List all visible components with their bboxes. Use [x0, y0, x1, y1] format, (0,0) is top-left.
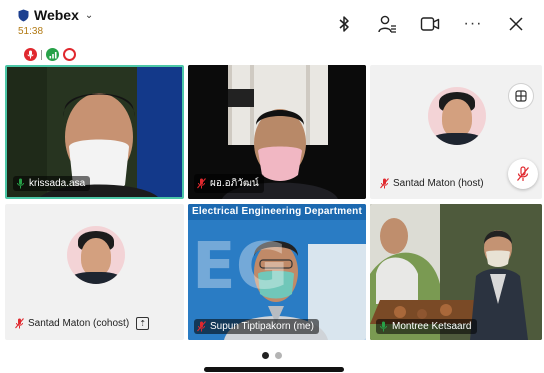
participant-tile[interactable]: Electrical Engineering Department EG Sup… — [188, 204, 366, 340]
more-options-button[interactable]: ··· — [453, 10, 493, 38]
grid-layout-icon — [515, 90, 527, 102]
participant-name: ผอ.อภิวัฒน์ — [210, 178, 259, 189]
avatar — [428, 87, 486, 145]
layout-toggle-button[interactable] — [508, 83, 534, 109]
close-icon — [509, 17, 523, 31]
page-dot[interactable] — [275, 352, 282, 359]
meeting-timer: 51:38 — [18, 26, 44, 37]
camera-switch-button[interactable] — [410, 10, 450, 38]
participant-name: Santad Maton (cohost) — [28, 318, 130, 329]
mute-toggle-button[interactable] — [508, 159, 538, 189]
status-indicators — [24, 48, 76, 61]
app-title: Webex — [34, 7, 79, 23]
upload-icon[interactable]: ⇡ — [136, 317, 150, 330]
app-switcher[interactable]: Webex ⌄ — [18, 7, 93, 23]
signal-bars-icon — [46, 48, 59, 61]
participant-name-tag: krissada.asa — [13, 176, 91, 191]
participant-tile[interactable]: krissada.asa — [5, 65, 184, 199]
participant-name: Santad Maton (host) — [393, 178, 484, 189]
participant-name: krissada.asa — [29, 178, 86, 189]
participant-name: Montree Ketsaard — [392, 321, 472, 332]
recording-icon — [63, 48, 76, 61]
participants-icon — [378, 15, 396, 33]
mic-muted-icon — [517, 166, 529, 181]
meeting-header: Webex ⌄ 51:38 ··· — [0, 0, 544, 64]
participant-name-tag: Montree Ketsaard — [376, 319, 477, 334]
participant-tile[interactable]: Montree Ketsaard — [370, 204, 542, 340]
more-icon: ··· — [463, 15, 483, 32]
participant-name: Supun Tiptipakorn (me) — [210, 321, 314, 332]
shield-icon — [18, 9, 29, 21]
participant-tile[interactable]: Santad Maton (host) — [370, 65, 542, 199]
chevron-down-icon[interactable]: ⌄ — [85, 10, 93, 21]
participant-name-tag: Santad Maton (cohost) ⇡ — [15, 317, 150, 330]
participant-name-tag: ผอ.อภิวัฒน์ — [194, 174, 264, 193]
mic-muted-icon — [197, 321, 206, 332]
mic-muted-icon — [380, 178, 389, 189]
camera-switch-icon — [420, 17, 440, 31]
avatar — [67, 226, 125, 284]
mic-on-icon — [380, 321, 387, 332]
muted-status-icon — [24, 48, 37, 61]
participant-name-tag: Supun Tiptipakorn (me) — [194, 319, 319, 334]
video-grid: krissada.asa ผอ.อภิวัฒน์ Santad Maton (h… — [4, 64, 542, 342]
participant-tile[interactable]: ผอ.อภิวัฒน์ — [188, 65, 366, 199]
participant-name-tag: Santad Maton (host) — [380, 178, 484, 189]
close-button[interactable] — [496, 10, 536, 38]
background-wall-text: EG — [192, 230, 289, 304]
participant-tile[interactable]: Santad Maton (cohost) ⇡ — [5, 204, 184, 340]
mic-muted-icon — [197, 178, 206, 189]
background-banner: Electrical Engineering Department — [192, 206, 362, 217]
divider — [41, 49, 42, 60]
top-toolbar: ··· — [321, 10, 536, 38]
participants-button[interactable] — [367, 10, 407, 38]
bluetooth-icon — [339, 16, 349, 32]
mic-on-icon — [17, 178, 24, 189]
mic-muted-icon — [15, 318, 24, 329]
bluetooth-button[interactable] — [324, 10, 364, 38]
home-indicator[interactable] — [204, 367, 344, 372]
page-indicator[interactable] — [0, 352, 544, 359]
page-dot-active[interactable] — [262, 352, 269, 359]
